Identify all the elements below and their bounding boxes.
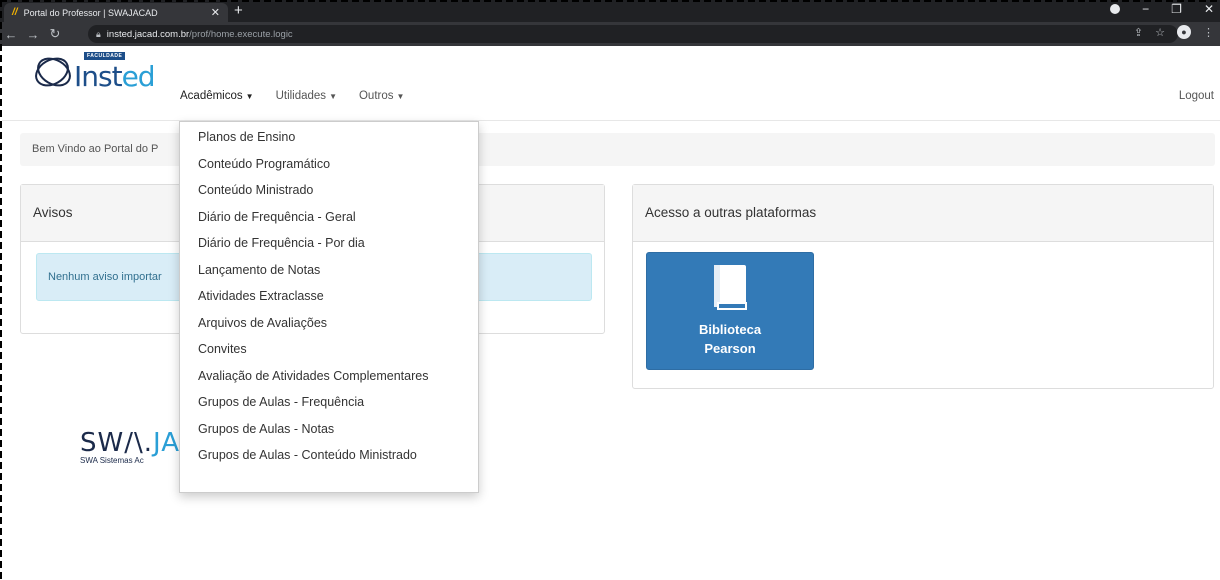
swa-logo-text: SW/\.JA	[80, 428, 180, 458]
menu-utilidades[interactable]: Utilidades ▼	[276, 90, 337, 102]
dropdown-item[interactable]: Diário de Frequência - Por dia	[180, 230, 478, 257]
caret-down-icon: ▼	[245, 92, 254, 101]
favicon-icon: //	[12, 7, 18, 18]
close-icon[interactable]: ✕	[211, 6, 220, 19]
academicos-dropdown: Planos de Ensino Conteúdo Programático Con…	[179, 121, 479, 493]
dropdown-item[interactable]: Convites	[180, 336, 478, 363]
url-host: insted.jacad.com.br	[106, 28, 190, 40]
tile-label: Biblioteca Pearson	[647, 320, 813, 358]
extension-icon[interactable]	[1110, 4, 1121, 14]
biblioteca-pearson-button[interactable]: Biblioteca Pearson	[646, 252, 814, 370]
url-path: /prof/home.execute.logic	[189, 28, 293, 40]
address-bar[interactable]: 🔒︎ insted.jacad.com.br/prof/home.execute…	[88, 25, 1178, 43]
book-icon	[714, 265, 747, 310]
forward-icon[interactable]: →	[22, 27, 44, 42]
menu-academicos-label: Acadêmicos	[180, 90, 243, 102]
dropdown-item[interactable]: Atividades Extraclasse	[180, 283, 478, 310]
dashed-border-left	[0, 0, 2, 580]
dropdown-item[interactable]: Lançamento de Notas	[180, 257, 478, 284]
menu-utilidades-label: Utilidades	[275, 90, 327, 102]
outras-plataformas-heading: Acesso a outras plataformas	[633, 185, 1213, 242]
back-icon[interactable]: ←	[0, 27, 22, 42]
dropdown-item[interactable]: Planos de Ensino	[180, 124, 478, 151]
outras-plataformas-panel: Acesso a outras plataformas Biblioteca P…	[632, 184, 1214, 389]
menu-kebab-icon[interactable]: ⋮	[1203, 26, 1214, 39]
logo-emblem-icon	[35, 57, 71, 87]
logo-text: Insted	[74, 60, 156, 93]
dropdown-item[interactable]: Grupos de Aulas - Conteúdo Ministrado	[180, 442, 478, 469]
dropdown-item[interactable]: Arquivos de Avaliações	[180, 310, 478, 337]
close-window-icon[interactable]: ✕	[1204, 2, 1214, 16]
logo-tag: FACULDADE	[84, 52, 126, 60]
new-tab-button[interactable]: +	[234, 2, 243, 19]
logout-link[interactable]: Logout	[1179, 90, 1214, 102]
swa-logo-accent: JA	[153, 428, 180, 458]
swa-logo-main: SW/\.	[80, 428, 153, 458]
reload-icon[interactable]: ↻	[44, 26, 66, 42]
restore-icon[interactable]: ❐	[1171, 2, 1182, 16]
dropdown-item[interactable]: Avaliação de Atividades Complementares	[180, 363, 478, 390]
logo-text-main: Inst	[74, 60, 123, 93]
minimize-icon[interactable]: −	[1142, 2, 1149, 16]
tile-label-line1: Biblioteca	[698, 322, 762, 337]
browser-tabbar: // Portal do Professor | SWAJACAD ✕ + − …	[0, 0, 1220, 22]
toolbar-actions: ⇪ ☆ ● ⋮	[1134, 25, 1214, 39]
dropdown-item[interactable]: Grupos de Aulas - Notas	[180, 416, 478, 443]
profile-icon[interactable]: ●	[1177, 25, 1191, 39]
insted-logo[interactable]: FACULDADE Insted	[32, 52, 164, 93]
dropdown-item[interactable]: Conteúdo Programático	[180, 151, 478, 178]
window-controls: − ❐ ✕	[1110, 2, 1214, 16]
dropdown-item[interactable]: Grupos de Aulas - Frequência	[180, 389, 478, 416]
swa-logo: SW/\.JA SWA Sistemas Ac	[80, 428, 180, 478]
dashed-border-top	[0, 0, 1220, 2]
dropdown-item[interactable]: Conteúdo Ministrado	[180, 177, 478, 204]
app-navbar: FACULDADE Insted Acadêmicos ▼ Utilidades ▼…	[2, 46, 1220, 121]
star-icon[interactable]: ☆	[1155, 26, 1165, 39]
browser-tab[interactable]: // Portal do Professor | SWAJACAD ✕	[4, 3, 228, 22]
share-icon[interactable]: ⇪	[1134, 26, 1143, 39]
menu-outros-label: Outros	[358, 90, 394, 102]
menu-academicos[interactable]: Acadêmicos ▼	[180, 90, 254, 102]
tab-title: Portal do Professor | SWAJACAD	[23, 7, 158, 18]
menu-outros[interactable]: Outros ▼	[359, 90, 404, 102]
tile-label-line2: Pearson	[704, 341, 756, 356]
logo-text-accent: ed	[121, 60, 156, 93]
lock-icon[interactable]: 🔒︎	[96, 29, 101, 40]
caret-down-icon: ▼	[329, 92, 337, 101]
main-menu: Acadêmicos ▼ Utilidades ▼ Outros ▼	[180, 90, 404, 102]
browser-toolbar: ← → ↻ 🔒︎ insted.jacad.com.br/prof/home.e…	[0, 22, 1220, 46]
dropdown-item[interactable]: Diário de Frequência - Geral	[180, 204, 478, 231]
caret-down-icon: ▼	[396, 92, 405, 101]
